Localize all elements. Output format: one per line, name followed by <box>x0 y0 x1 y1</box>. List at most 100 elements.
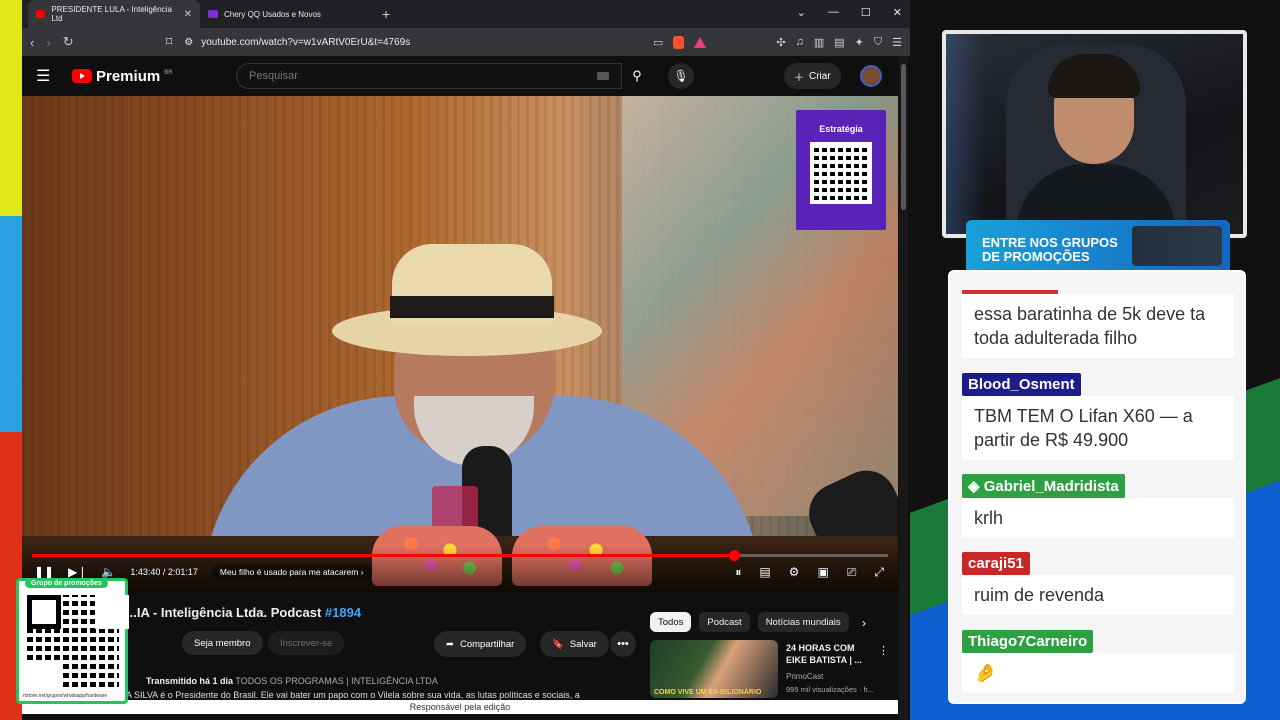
video-hashtag[interactable]: #1894 <box>325 605 361 620</box>
stream-time: Transmitido há 1 dia <box>146 676 234 686</box>
recommended-channel[interactable]: PrimoCast <box>786 672 823 681</box>
chat-text: essa baratinha de 5k deve ta toda adulte… <box>962 294 1234 358</box>
thumbnail-text: COMO VIVE UM EX-BILIONÁRIO <box>654 689 762 696</box>
tab-youtube[interactable]: PRESIDENTE LULA - Inteligência Ltd ✕ <box>28 0 200 28</box>
bookmark-icon[interactable]: ⌑ <box>166 34 173 50</box>
chip-todos[interactable]: Todos <box>650 612 692 632</box>
video-title: ...IA - Inteligência Ltda. Podcast #1894 <box>126 605 361 620</box>
fullscreen-icon[interactable]: ⤢ <box>874 565 884 580</box>
forward-icon[interactable]: › <box>46 35 50 50</box>
recommended-thumbnail[interactable]: COMO VIVE UM EX-BILIONÁRIO <box>650 640 778 698</box>
maximize-icon[interactable]: ☐ <box>861 6 871 19</box>
share-label: Compartilhar <box>459 638 515 650</box>
chat-message: ◈ Gabriel_Madridista krlh <box>962 474 1234 538</box>
share-icon: ➦ <box>446 638 454 650</box>
subtitles-icon[interactable]: ▤ <box>759 565 770 580</box>
plus-icon: ＋ <box>794 72 804 84</box>
share-button[interactable]: ➦ Compartilhar <box>434 631 527 657</box>
avatar[interactable] <box>860 65 882 87</box>
extension-icons: ▭ ✣ ♫ ▥ ▤ ✦ ⛉ ☰ <box>653 35 902 49</box>
scrubber-handle[interactable] <box>728 550 740 561</box>
settings-gear-icon[interactable]: ⚙ <box>789 565 800 580</box>
promo-qr-overlay: Grupo de promoções rtstore.net/grupos/wh… <box>16 578 128 704</box>
site-info-icon[interactable]: ⚙ <box>184 37 193 48</box>
vpn-icon[interactable]: ⛉ <box>874 36 882 49</box>
webcam-feed <box>942 30 1247 238</box>
youtube-play-icon <box>72 69 92 83</box>
qr-url: rtstore.net/grupos/whatsapp/hardware <box>23 693 108 699</box>
cast-icon[interactable]: ▭ <box>653 36 663 49</box>
tab-chery[interactable]: Chery QQ Usados e Novos <box>200 0 372 28</box>
brave-rewards-icon[interactable] <box>694 36 707 48</box>
leo-ai-icon[interactable]: ✦ <box>855 36 864 49</box>
youtube-premium-logo[interactable]: Premium BR <box>72 68 173 85</box>
video-player[interactable]: Estratégia ❚❚ ▶❘ 🔈 1:43:40 / 2:01:17 Meu… <box>22 96 898 592</box>
save-label: Salvar <box>569 638 597 650</box>
new-tab-icon[interactable]: + <box>372 6 400 22</box>
cast-icon[interactable]: ⎚ <box>847 565 857 580</box>
tab-bar: PRESIDENTE LULA - Inteligência Ltd ✕ Che… <box>22 0 910 28</box>
qr-code <box>27 595 119 687</box>
autoplay-toggle-icon[interactable]: ⏸ <box>735 565 741 580</box>
promo-gadgets-image <box>1132 226 1222 266</box>
more-actions-button[interactable]: ••• <box>610 631 636 657</box>
webcam-light <box>946 34 986 234</box>
chapter-button[interactable]: Meu filho é usado para me atacarem › <box>211 564 372 580</box>
chat-username: caraji51 <box>962 552 1030 575</box>
recommended-title[interactable]: 24 HORAS COM EIKE BATISTA | ... <box>786 642 870 666</box>
sidebar-icon[interactable]: ▥ <box>814 36 824 49</box>
video-description[interactable]: A SILVA é o Presidente do Brasil. Ele va… <box>126 690 626 700</box>
voice-search-button[interactable]: 🎙 <box>668 63 694 89</box>
search-icon: ⚲ <box>632 68 642 83</box>
chevron-right-icon[interactable]: › <box>862 616 866 630</box>
url-field[interactable]: ⚙ youtube.com/watch?v=w1vARtV0ErU&t=4769… <box>184 37 641 48</box>
qr-label: Grupo de promoções <box>25 579 108 588</box>
search-button[interactable]: ⚲ <box>622 63 652 89</box>
wallet-icon[interactable]: ▤ <box>834 36 844 49</box>
ad-qr-code <box>810 142 872 204</box>
scrollbar-thumb[interactable] <box>901 64 906 210</box>
save-button[interactable]: 🔖 Salvar <box>540 631 609 657</box>
extensions-icon[interactable]: ✣ <box>776 36 785 49</box>
browser-menu-icon[interactable]: ☰ <box>892 36 902 49</box>
more-vertical-icon[interactable]: ⋮ <box>878 644 889 657</box>
chat-message: essa baratinha de 5k deve ta toda adulte… <box>962 290 1234 358</box>
keyboard-icon[interactable] <box>597 72 609 80</box>
create-button[interactable]: ＋ Criar <box>784 63 841 89</box>
reload-icon[interactable]: ↻ <box>63 34 74 50</box>
pause-icon[interactable]: ❚❚ <box>34 565 54 579</box>
progress-bar[interactable] <box>32 550 888 561</box>
page-scrollbar[interactable] <box>899 56 908 720</box>
create-label: Criar <box>809 70 831 82</box>
volume-icon[interactable]: 🔈 <box>101 565 116 579</box>
status-bar: Responsável pela edição <box>22 700 898 714</box>
hamburger-menu-icon[interactable]: ☰ <box>36 66 66 86</box>
miniplayer-icon[interactable]: ▣ <box>817 565 828 580</box>
skip-next-icon[interactable]: ▶❘ <box>68 565 87 579</box>
chat-text: krlh <box>962 498 1234 538</box>
chat-message: Blood_Osment TBM TEM O Lifan X60 — a par… <box>962 373 1234 460</box>
close-window-icon[interactable]: ✕ <box>893 6 902 19</box>
chat-text: ruim de revenda <box>962 575 1234 615</box>
promo-banner: ENTRE NOS GRUPOS DE PROMOÇÕES <box>966 220 1230 276</box>
ad-brand: Estratégia <box>819 124 863 134</box>
microphone-icon: 🎙 <box>673 69 689 83</box>
sponsor-ad-overlay[interactable]: Estratégia <box>796 110 886 230</box>
chip-podcast[interactable]: Podcast <box>699 612 750 632</box>
recommended-views: 995 mil visualizações · h... <box>786 685 874 694</box>
tab-title: Chery QQ Usados e Novos <box>224 9 321 19</box>
brave-shield-icon[interactable] <box>673 35 685 49</box>
browser-window: PRESIDENTE LULA - Inteligência Ltd ✕ Che… <box>22 0 910 720</box>
tab-search-icon[interactable]: ⌄ <box>797 6 806 19</box>
chat-username: ◈ Gabriel_Madridista <box>962 474 1125 498</box>
close-tab-icon[interactable]: ✕ <box>184 9 192 20</box>
player-controls: ❚❚ ▶❘ 🔈 1:43:40 / 2:01:17 Meu filho é us… <box>22 546 898 592</box>
minimize-icon[interactable]: — <box>828 6 839 19</box>
chip-noticias[interactable]: Notícias mundiais <box>757 612 849 632</box>
join-label: Seja membro <box>194 637 251 649</box>
back-icon[interactable]: ‹ <box>30 35 34 50</box>
join-member-button[interactable]: Seja membro <box>182 631 263 655</box>
music-icon[interactable]: ♫ <box>796 36 804 48</box>
search-input[interactable] <box>249 70 597 82</box>
subscribe-button[interactable]: Inscrever-se <box>268 631 345 655</box>
